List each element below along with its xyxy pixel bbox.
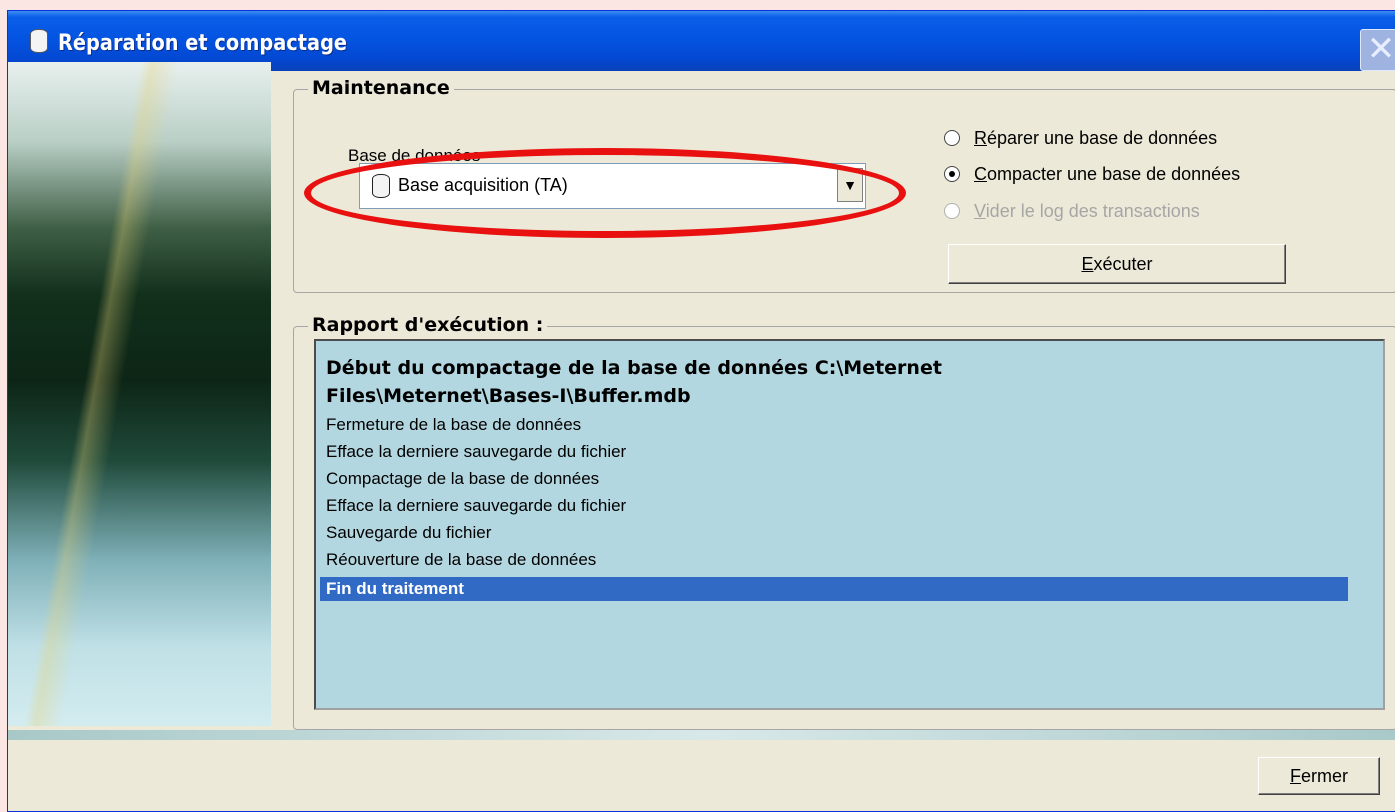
log-line: Réouverture de la base de données	[326, 550, 597, 569]
repair-option[interactable]: Réparer une base de données	[944, 128, 1217, 149]
highlight-annotation	[304, 148, 906, 238]
database-icon	[30, 29, 48, 53]
close-icon[interactable]: ✕	[1360, 29, 1395, 71]
clear-log-option: Vider le log des transactions	[944, 201, 1200, 222]
log-line: Efface la derniere sauvegarde du fichier	[326, 496, 627, 515]
compact-option[interactable]: Compacter une base de données	[944, 164, 1240, 185]
radio-button-checked[interactable]	[944, 166, 960, 182]
log-line: Fermeture de la base de données	[326, 415, 582, 434]
log-line: Compactage de la base de données	[326, 469, 600, 488]
log-line: Efface la derniere sauvegarde du fichier	[326, 442, 627, 461]
log-line: Sauvegarde du fichier	[326, 523, 492, 542]
radio-button[interactable]	[944, 130, 960, 146]
close-button[interactable]: Fermer	[1258, 757, 1380, 795]
log-line: Files\Meternet\Bases-I\Buffer.mdb	[326, 385, 691, 407]
maintenance-group-label: Maintenance	[308, 77, 454, 99]
window-title: Réparation et compactage	[58, 31, 348, 56]
report-group-label: Rapport d'exécution :	[308, 314, 548, 336]
report-log[interactable]: Début du compactage de la base de donnée…	[314, 339, 1385, 710]
radio-button-disabled	[944, 203, 960, 219]
footer-separator	[8, 730, 1395, 740]
log-line: Début du compactage de la base de donnée…	[326, 357, 942, 379]
log-line-selected[interactable]: Fin du traitement	[320, 577, 1348, 601]
side-banner-image	[8, 62, 271, 726]
execute-button[interactable]: Exécuter	[948, 244, 1286, 284]
